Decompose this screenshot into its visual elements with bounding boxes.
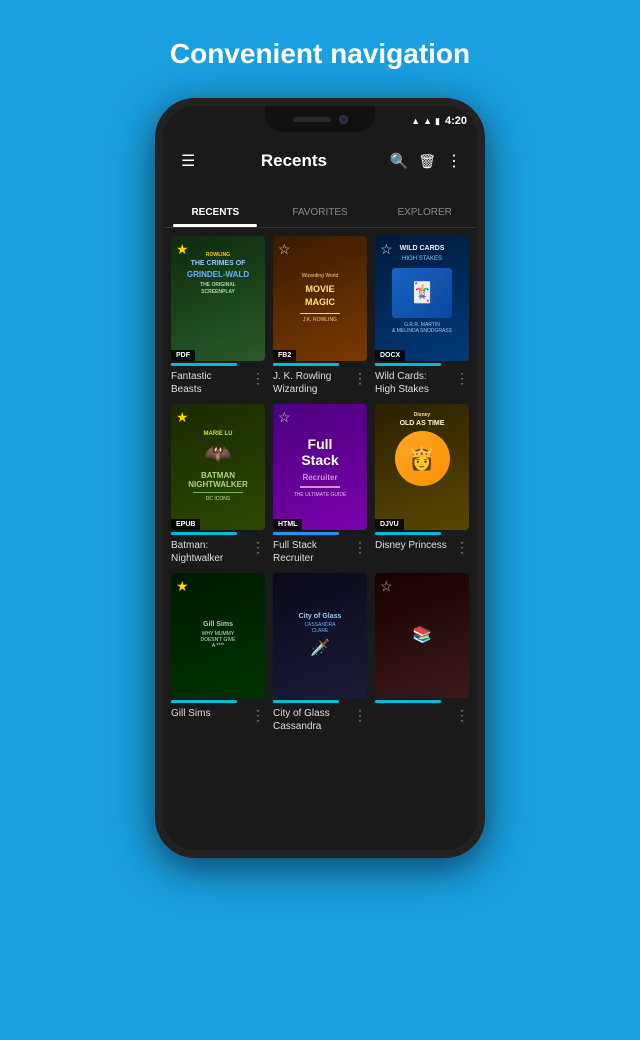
notch-camera <box>339 115 348 124</box>
books-content: ★ ROWLING THE CRIMES OF GRINDEL-WALD THE… <box>163 228 477 850</box>
book-title: Gill Sims <box>171 707 251 720</box>
status-time: 4:20 <box>445 115 467 127</box>
book-menu-button[interactable]: ⋮ <box>353 707 367 724</box>
book-item[interactable]: ★ ROWLING THE CRIMES OF GRINDEL-WALD THE… <box>171 236 265 396</box>
tab-explorer[interactable]: EXPLORER <box>372 207 477 227</box>
book-info: City of GlassCassandra ⋮ <box>273 707 367 733</box>
status-wifi-icon: ▲ <box>411 116 420 126</box>
star-icon: ★ <box>176 409 189 426</box>
format-badge: PDF <box>171 350 195 361</box>
book-cover-batman: ★ MARIE LU 🦇 BATMANNIGHTWALKER DC ICONS … <box>171 404 265 529</box>
star-icon: ☆ <box>278 409 291 426</box>
tab-favorites[interactable]: FAVORITES <box>268 207 373 227</box>
book-title: Full StackRecruiter <box>273 539 353 565</box>
star-icon: ★ <box>176 578 189 595</box>
tab-recents[interactable]: RECENTS <box>163 207 268 227</box>
phone-screen: ▲ ▲ ▮ 4:20 ☰ Recents 🔍 🗑 ⋮ RECENTS <box>163 106 477 850</box>
book-title: City of GlassCassandra <box>273 707 353 733</box>
phone-volume-button <box>483 216 485 261</box>
search-icon[interactable]: 🔍 <box>385 148 414 174</box>
book-item[interactable]: ☆ FullStack Recruiter THE ULTIMATE GUIDE… <box>273 404 367 564</box>
books-grid: ★ ROWLING THE CRIMES OF GRINDEL-WALD THE… <box>171 236 469 733</box>
book-item[interactable]: ★ Gill Sims WHY MUMMYDOESN'T GIVEA **** … <box>171 573 265 733</box>
book-title: Disney Princess <box>375 539 455 552</box>
tabs-bar: RECENTS FAVORITES EXPLORER <box>163 186 477 228</box>
book-cover-cassandra: City of Glass CASSANDRACLARE 🗡️ <box>273 573 367 698</box>
book-menu-button[interactable]: ⋮ <box>353 539 367 556</box>
book-cover-art: Disney OLD AS TIME 👸 <box>375 404 469 529</box>
status-signal-icon: ▲ <box>423 116 432 126</box>
book-title: J. K. RowlingWizarding <box>273 370 353 396</box>
book-item[interactable]: ★ MARIE LU 🦇 BATMANNIGHTWALKER DC ICONS … <box>171 404 265 564</box>
book-item[interactable]: ☆ 📚 ⋮ <box>375 573 469 733</box>
format-badge: DJVU <box>375 519 404 530</box>
book-menu-button[interactable]: ⋮ <box>251 707 265 724</box>
book-cover-gill: ★ Gill Sims WHY MUMMYDOESN'T GIVEA **** <box>171 573 265 698</box>
app-bar-title: Recents <box>203 151 384 171</box>
phone-notch <box>265 106 375 132</box>
more-icon[interactable]: ⋮ <box>441 147 467 175</box>
book-info: ⋮ <box>375 707 469 724</box>
format-badge: DOCX <box>375 350 405 361</box>
status-battery-icon: ▮ <box>435 116 440 127</box>
book-title: Batman:Nightwalker <box>171 539 251 565</box>
page-header: Convenient navigation <box>0 0 640 98</box>
star-icon: ☆ <box>278 241 291 258</box>
book-info: Wild Cards:High Stakes ⋮ <box>375 370 469 396</box>
notch-speaker <box>293 117 331 122</box>
star-icon: ☆ <box>380 578 393 595</box>
book-cover-disney: Disney OLD AS TIME 👸 DJVU <box>375 404 469 529</box>
page-background: Convenient navigation ▲ ▲ ▮ 4:20 <box>0 0 640 1040</box>
phone-wrapper: ▲ ▲ ▮ 4:20 ☰ Recents 🔍 🗑 ⋮ RECENTS <box>0 98 640 858</box>
book-item[interactable]: ☆ Wizarding World MOVIEMAGIC J.K. ROWLIN… <box>273 236 367 396</box>
book-cover-wildcards: ☆ WILD CARDS HIGH STAKES 🃏 G <box>375 236 469 361</box>
book-menu-button[interactable]: ⋮ <box>455 539 469 556</box>
book-item[interactable]: ☆ WILD CARDS HIGH STAKES 🃏 G <box>375 236 469 396</box>
book-cover-art: City of Glass CASSANDRACLARE 🗡️ <box>273 573 367 698</box>
book-info: J. K. RowlingWizarding ⋮ <box>273 370 367 396</box>
delete-icon[interactable]: 🗑 <box>413 149 441 174</box>
book-cover-fullstack: ☆ FullStack Recruiter THE ULTIMATE GUIDE… <box>273 404 367 529</box>
book-item[interactable]: City of Glass CASSANDRACLARE 🗡️ City of … <box>273 573 367 733</box>
book-info: Gill Sims ⋮ <box>171 707 265 724</box>
book-cover-misc: ☆ 📚 <box>375 573 469 698</box>
app-bar: ☰ Recents 🔍 🗑 ⋮ <box>163 136 477 186</box>
book-menu-button[interactable]: ⋮ <box>353 370 367 387</box>
book-info: Disney Princess ⋮ <box>375 539 469 556</box>
star-icon: ☆ <box>380 241 393 258</box>
format-badge: EPUB <box>171 519 200 530</box>
format-badge: HTML <box>273 519 302 530</box>
book-cover-rowling: ☆ Wizarding World MOVIEMAGIC J.K. ROWLIN… <box>273 236 367 361</box>
book-title: FantasticBeasts <box>171 370 251 396</box>
book-item[interactable]: Disney OLD AS TIME 👸 DJVU Dis <box>375 404 469 564</box>
book-cover-fantastic: ★ ROWLING THE CRIMES OF GRINDEL-WALD THE… <box>171 236 265 361</box>
book-info: Full StackRecruiter ⋮ <box>273 539 367 565</box>
phone-device: ▲ ▲ ▮ 4:20 ☰ Recents 🔍 🗑 ⋮ RECENTS <box>155 98 485 858</box>
format-badge: FB2 <box>273 350 296 361</box>
book-info: FantasticBeasts ⋮ <box>171 370 265 396</box>
book-menu-button[interactable]: ⋮ <box>455 370 469 387</box>
book-info: Batman:Nightwalker ⋮ <box>171 539 265 565</box>
phone-power-button <box>483 271 485 316</box>
star-icon: ★ <box>176 241 189 258</box>
menu-icon[interactable]: ☰ <box>173 147 203 175</box>
book-menu-button[interactable]: ⋮ <box>455 707 469 724</box>
book-menu-button[interactable]: ⋮ <box>251 539 265 556</box>
book-menu-button[interactable]: ⋮ <box>251 370 265 387</box>
book-title: Wild Cards:High Stakes <box>375 370 455 396</box>
